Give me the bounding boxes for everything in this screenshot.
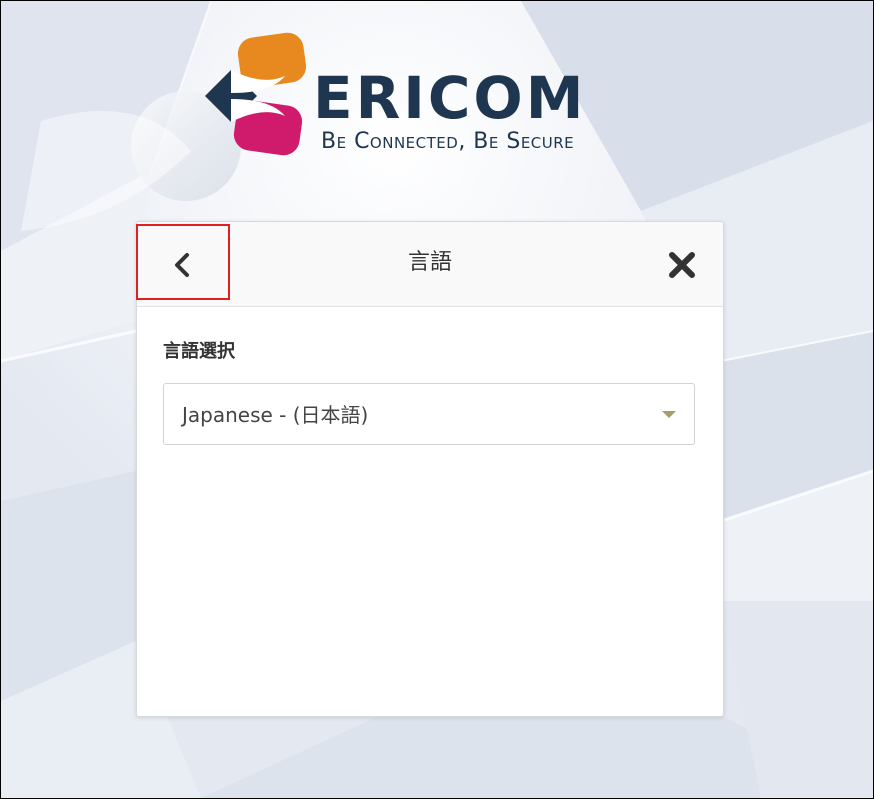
language-select[interactable]: Japanese - (日本語) xyxy=(163,382,695,445)
dialog-title: 言語 xyxy=(407,250,452,275)
screen: ERICOM Be Connected, Be Secure 言語 言語選択 J… xyxy=(0,0,874,799)
close-button[interactable] xyxy=(667,250,697,280)
language-select-label: 言語選択 xyxy=(163,341,235,362)
language-dialog: 言語 言語選択 Japanese - (日本語) xyxy=(136,221,724,717)
logo-wordmark: ERICOM xyxy=(313,64,587,132)
ericom-logo-mark-icon xyxy=(205,32,307,156)
language-select-value: Japanese - (日本語) xyxy=(182,402,369,427)
caret-down-icon xyxy=(662,410,676,418)
close-x-icon xyxy=(669,252,695,278)
ericom-logo: ERICOM Be Connected, Be Secure xyxy=(201,31,671,171)
dialog-body: 言語選択 Japanese - (日本語) xyxy=(137,307,723,445)
logo-tagline: Be Connected, Be Secure xyxy=(321,129,575,154)
dialog-header: 言語 xyxy=(136,222,723,307)
